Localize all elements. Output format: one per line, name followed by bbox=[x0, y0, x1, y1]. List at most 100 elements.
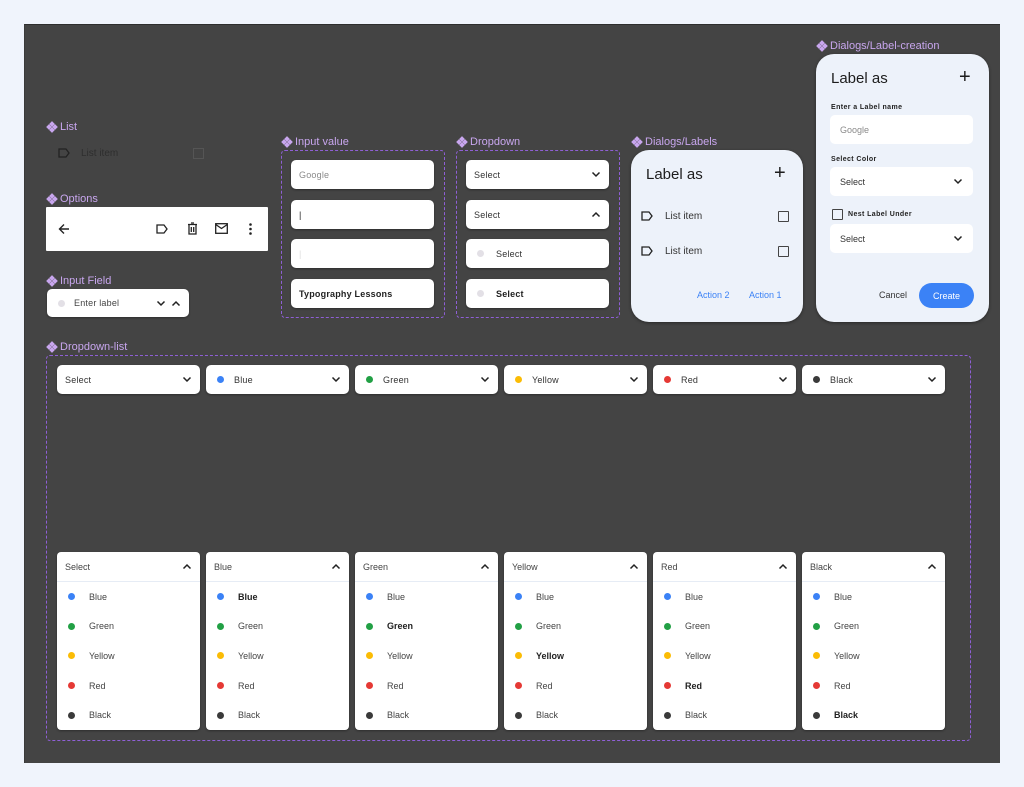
dropdown-header[interactable]: Black bbox=[802, 552, 945, 582]
nest-label-checkbox-row[interactable]: Nest Label Under bbox=[832, 209, 912, 220]
dropdown-option-black[interactable]: Black bbox=[653, 700, 796, 730]
dropdown-option-green[interactable]: Green bbox=[355, 612, 498, 642]
checkbox[interactable] bbox=[778, 245, 789, 257]
option-label: Red bbox=[834, 680, 851, 691]
dropdown-option-black[interactable]: Black bbox=[206, 700, 349, 730]
dropdown-option-blue[interactable]: Blue bbox=[206, 582, 349, 612]
component-icon bbox=[281, 136, 293, 148]
dropdown-option-selected[interactable]: Select bbox=[466, 279, 609, 308]
label-input-field[interactable]: Enter label bbox=[47, 289, 189, 317]
dropdown-option-red[interactable]: Red bbox=[206, 671, 349, 701]
dropdown-header[interactable]: Blue bbox=[206, 552, 349, 582]
list-item-checkbox[interactable] bbox=[193, 147, 204, 159]
input-focused[interactable]: | bbox=[291, 200, 434, 229]
dropdown-option-blue[interactable]: Blue bbox=[355, 582, 498, 612]
dropdown-option-green[interactable]: Green bbox=[802, 612, 945, 642]
color-dot bbox=[217, 711, 224, 719]
dropdown-option-yellow[interactable]: Yellow bbox=[206, 641, 349, 671]
dropdown-option-green[interactable]: Green bbox=[504, 612, 647, 642]
color-dropdown-collapsed[interactable]: Red bbox=[653, 365, 796, 394]
dropdown-option-yellow[interactable]: Yellow bbox=[57, 641, 200, 671]
label-name-input[interactable]: Google bbox=[830, 115, 973, 144]
color-dot bbox=[515, 652, 522, 660]
chevron-up-icon bbox=[927, 563, 937, 570]
dropdown-option-blue[interactable]: Blue bbox=[653, 582, 796, 612]
dropdown-option-yellow[interactable]: Yellow bbox=[355, 641, 498, 671]
nest-label-checkbox[interactable] bbox=[832, 209, 843, 220]
add-icon[interactable]: + bbox=[959, 67, 971, 87]
chevron-down-icon[interactable] bbox=[156, 300, 166, 307]
cancel-button[interactable]: Cancel bbox=[879, 290, 907, 300]
dropdown-select-collapsed[interactable]: Select bbox=[466, 160, 609, 189]
dropdown-value: Green bbox=[363, 561, 389, 572]
dropdown-option-red[interactable]: Red bbox=[57, 671, 200, 701]
dialog-list-item[interactable]: List item bbox=[641, 206, 789, 226]
options-toolbar bbox=[46, 207, 268, 251]
dropdown-option-blue[interactable]: Blue bbox=[802, 582, 945, 612]
dropdown-option-yellow[interactable]: Yellow bbox=[653, 641, 796, 671]
component-icon bbox=[816, 40, 828, 52]
color-dropdown-collapsed[interactable]: Blue bbox=[206, 365, 349, 394]
list-item-label: List item bbox=[81, 147, 119, 159]
dropdown-option-red[interactable]: Red bbox=[504, 671, 647, 701]
chevron-up-icon[interactable] bbox=[171, 300, 181, 307]
option-label: Blue bbox=[387, 591, 406, 602]
dropdown-option-green[interactable]: Green bbox=[206, 612, 349, 642]
nest-label-dropdown[interactable]: Select bbox=[830, 224, 973, 253]
dropdown-option-green[interactable]: Green bbox=[57, 612, 200, 642]
dropdown-header[interactable]: Select bbox=[57, 552, 200, 582]
color-dropdown-collapsed[interactable]: Yellow bbox=[504, 365, 647, 394]
dropdown-option-black[interactable]: Black bbox=[802, 700, 945, 730]
action-1-button[interactable]: Action 1 bbox=[749, 290, 782, 300]
dropdown-header[interactable]: Yellow bbox=[504, 552, 647, 582]
option-label: Green bbox=[89, 621, 115, 632]
chevron-down-icon bbox=[331, 376, 341, 383]
input-empty[interactable]: | bbox=[291, 239, 434, 268]
trash-icon[interactable] bbox=[187, 222, 198, 235]
checkbox[interactable] bbox=[778, 210, 789, 222]
component-icon bbox=[46, 341, 58, 353]
option-label: Yellow bbox=[834, 650, 860, 661]
dropdown-value: Yellow bbox=[532, 374, 559, 385]
option-label: Red bbox=[536, 680, 553, 691]
color-dropdown-collapsed[interactable]: Black bbox=[802, 365, 945, 394]
dropdown-option-green[interactable]: Green bbox=[653, 612, 796, 642]
color-dot bbox=[217, 652, 224, 660]
component-icon bbox=[46, 193, 58, 205]
arrow-back-icon[interactable] bbox=[58, 223, 70, 235]
color-dropdown-collapsed[interactable]: Select bbox=[57, 365, 200, 394]
section-label-options: Options bbox=[46, 193, 98, 205]
list-item[interactable]: List item bbox=[58, 145, 204, 161]
label-icon[interactable] bbox=[156, 224, 168, 234]
color-dot bbox=[664, 652, 671, 660]
input-placeholder: Enter label bbox=[74, 298, 120, 308]
action-2-button[interactable]: Action 2 bbox=[697, 290, 730, 300]
dropdown-select-expanded[interactable]: Select bbox=[466, 200, 609, 229]
input-typography-lessons[interactable]: Typography Lessons bbox=[291, 279, 434, 308]
color-dropdown-expanded: Blue Blue Green Yellow Red Black bbox=[206, 552, 349, 730]
dropdown-option-black[interactable]: Black bbox=[57, 700, 200, 730]
dropdown-header[interactable]: Red bbox=[653, 552, 796, 582]
color-dropdown-collapsed[interactable]: Green bbox=[355, 365, 498, 394]
dropdown-option-yellow[interactable]: Yellow bbox=[504, 641, 647, 671]
dropdown-option-red[interactable]: Red bbox=[355, 671, 498, 701]
input-google[interactable]: Google bbox=[291, 160, 434, 189]
section-label-dialogs-labels: Dialogs/Labels bbox=[631, 136, 717, 148]
more-vert-icon[interactable] bbox=[249, 223, 252, 235]
dialog-list-item[interactable]: List item bbox=[641, 241, 789, 261]
mail-icon[interactable] bbox=[215, 223, 228, 234]
add-icon[interactable]: + bbox=[774, 163, 786, 183]
dropdown-value: Black bbox=[810, 561, 833, 572]
select-color-dropdown[interactable]: Select bbox=[830, 167, 973, 196]
dropdown-option-blue[interactable]: Blue bbox=[57, 582, 200, 612]
dropdown-option-red[interactable]: Red bbox=[802, 671, 945, 701]
dropdown-option-red[interactable]: Red bbox=[653, 671, 796, 701]
dropdown-option-yellow[interactable]: Yellow bbox=[802, 641, 945, 671]
dropdown-header[interactable]: Green bbox=[355, 552, 498, 582]
dropdown-option-black[interactable]: Black bbox=[504, 700, 647, 730]
dropdown-option-black[interactable]: Black bbox=[355, 700, 498, 730]
color-dot bbox=[813, 711, 820, 719]
create-button[interactable]: Create bbox=[919, 283, 974, 308]
dropdown-option-blue[interactable]: Blue bbox=[504, 582, 647, 612]
dropdown-option[interactable]: Select bbox=[466, 239, 609, 268]
